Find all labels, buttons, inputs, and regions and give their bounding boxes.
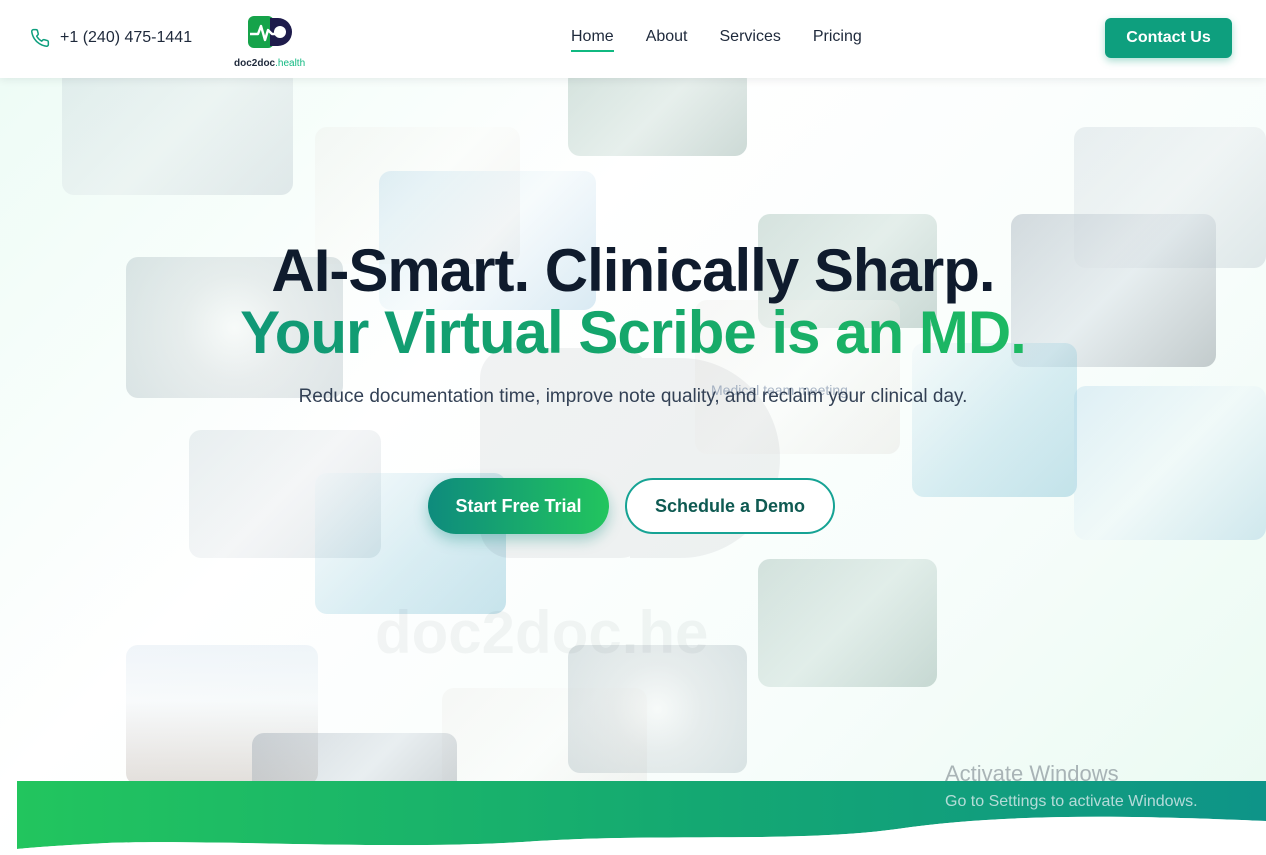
nav-item-about[interactable]: About <box>646 28 688 52</box>
activate-windows-title: Activate Windows <box>945 761 1119 786</box>
phone-icon <box>31 28 50 47</box>
site-header: +1 (240) 475-1441 doc2doc.health Home Ab… <box>0 0 1266 78</box>
hero-description: Reduce documentation time, improve note … <box>298 386 968 407</box>
nav-item-home[interactable]: Home <box>571 28 614 52</box>
hero-section: doc2doc.he Medical team meeting <box>0 78 1266 855</box>
nav-item-pricing[interactable]: Pricing <box>813 28 862 52</box>
site-logo[interactable]: doc2doc.health <box>234 12 310 72</box>
hero-subheadline: Your Virtual Scribe is an MD. <box>0 302 1266 364</box>
logo-wordmark: doc2doc.health <box>234 58 306 69</box>
phone-link[interactable]: +1 (240) 475-1441 <box>30 28 192 48</box>
photo-tile-brain-model <box>62 78 293 195</box>
dd-heartbeat-logo-icon <box>248 16 292 48</box>
photo-tile-pills-right <box>1074 386 1266 540</box>
contact-us-button[interactable]: Contact Us <box>1105 18 1232 58</box>
watermark-text: doc2doc.he <box>375 598 708 667</box>
photo-tile-nurse-right <box>912 343 1077 497</box>
schedule-demo-button[interactable]: Schedule a Demo <box>625 478 835 534</box>
photo-tile-surgery-top <box>568 78 747 156</box>
watermark-logo-icon <box>480 348 780 558</box>
hero-headline: AI-Smart. Clinically Sharp. <box>271 237 995 304</box>
activate-windows-overlay: Activate Windows Go to Settings to activ… <box>945 760 1198 813</box>
start-free-trial-button[interactable]: Start Free Trial <box>428 478 609 534</box>
nav-item-services[interactable]: Services <box>720 28 781 52</box>
phone-number: +1 (240) 475-1441 <box>60 29 193 46</box>
main-nav: Home About Services Pricing <box>571 28 862 52</box>
activate-windows-subtitle: Go to Settings to activate Windows. <box>945 793 1198 810</box>
